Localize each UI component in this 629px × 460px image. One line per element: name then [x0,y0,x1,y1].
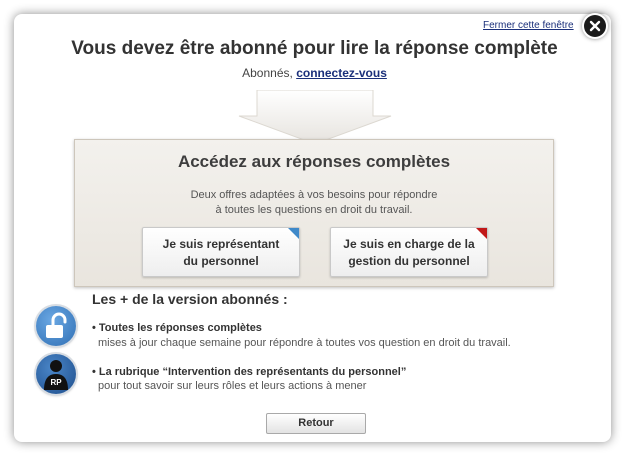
offer-desc-line1: Deux offres adaptées à vos besoins pour … [190,189,438,201]
offer-title: Accédez aux réponses complètes [177,152,451,171]
offer-desc-line2: à toutes les questions en droit du trava… [215,204,413,216]
offer-button-line1: Je suis représentant [162,237,280,251]
benefit-title: • Toutes les réponses complètes [92,322,262,334]
hr-manager-offer-button[interactable]: Je suis en charge de la gestion du perso… [330,227,488,277]
back-button[interactable]: Retour [266,413,366,434]
subscribers-label: Abonnés, [242,66,293,80]
benefits-title: Les + de la version abonnés : [92,291,288,307]
rp-icon-text: RP [50,378,62,387]
down-arrow-icon [238,90,392,145]
offer-button-line2: du personnel [183,254,259,268]
rp-person-icon: RP [36,354,76,394]
close-icon [589,20,601,32]
login-link[interactable]: connectez-vous [296,66,387,80]
representative-offer-button[interactable]: Je suis représentant du personnel [142,227,300,277]
offer-button-line2: gestion du personnel [348,254,470,268]
close-window-link[interactable]: Fermer cette fenêtre [483,20,574,31]
unlock-icon [36,306,76,346]
close-button[interactable] [584,15,606,37]
offer-button-line1: Je suis en charge de la [343,237,475,251]
offer-panel: Accédez aux réponses complètes Deux offr… [74,139,554,287]
benefit-title: • La rubrique “Intervention des représen… [92,366,407,378]
benefit-description: pour tout savoir sur leurs rôles et leur… [98,380,367,392]
benefit-description: mises à jour chaque semaine pour répondr… [98,337,511,349]
offer-description: Deux offres adaptées à vos besoins pour … [75,188,553,218]
login-prompt: Abonnés, connectez-vous [0,66,629,80]
page-title: Vous devez être abonné pour lire la répo… [71,38,558,59]
